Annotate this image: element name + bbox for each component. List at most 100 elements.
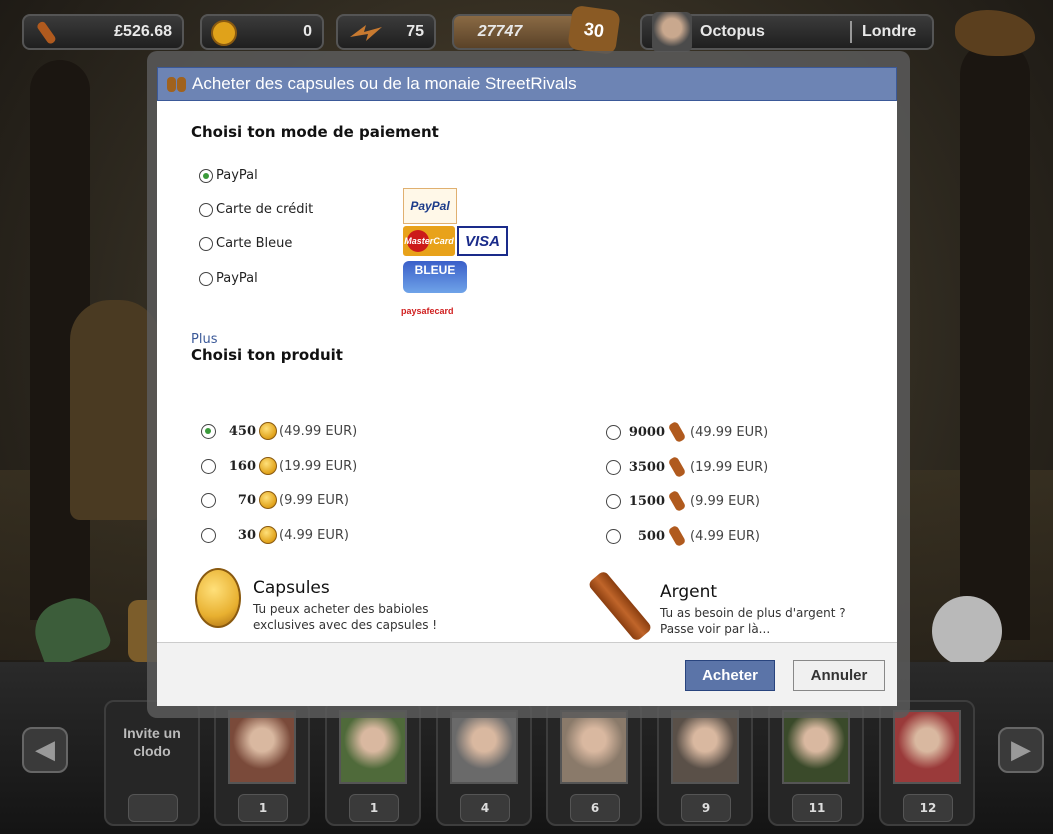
xp-stat: 27747 [452,14,578,50]
friend-level: 1 [349,794,399,822]
capsules-stat: 0 [200,14,324,50]
product-price: (19.99 EUR) [279,458,358,474]
dialog-footer: Acheter Annuler [157,642,897,706]
player-avatar [652,12,692,52]
friend-photo [228,710,296,784]
product-amount: 3500 [628,459,665,475]
product-amount: 1500 [628,493,665,509]
invite-friend-slot[interactable]: Invite un clodo [104,700,200,826]
cash-product-option[interactable]: 3500 (19.99 EUR) [606,457,768,477]
radio-button[interactable] [199,168,213,183]
player-city: Londre [862,23,917,40]
background-tree-right [960,40,1030,640]
friend-slot[interactable]: 9 [657,700,753,826]
radio-button[interactable] [201,458,216,474]
friend-level: 6 [570,794,620,822]
scroll-left-button[interactable]: ◀ [22,727,68,773]
energy-value: 75 [406,23,424,40]
binoculars-icon [166,74,188,94]
cash-product-option[interactable]: 500 (4.99 EUR) [606,526,760,546]
capsule-product-option[interactable]: 70 (9.99 EUR) [201,491,349,509]
capsules-value: 0 [303,23,312,40]
product-price: (19.99 EUR) [690,459,769,475]
invite-label-line1: Invite un [123,725,181,741]
cash-large-icon [589,573,649,643]
cash-info-line: Tu as besoin de plus d'argent ? [660,606,846,620]
cash-product-option[interactable]: 1500 (9.99 EUR) [606,491,760,511]
cash-icon [37,21,56,44]
capsules-info-text: Tu peux acheter des babioles exclusives … [253,601,513,633]
invite-label: Invite un clodo [116,724,188,760]
cash-info-title: Argent [660,582,718,602]
product-amount: 70 [237,492,256,508]
invite-label-line2: clodo [133,743,171,759]
level-value: 30 [582,18,606,41]
friend-photo [560,710,628,784]
friend-level: 12 [903,794,953,822]
friend-slot[interactable]: 6 [546,700,642,826]
capsule-product-option[interactable]: 30 (4.99 EUR) [201,526,349,544]
capsule-large-icon [195,568,241,628]
visa-logo-text: VISA [464,232,500,250]
radio-button[interactable] [606,493,621,509]
payment-option-credit-card[interactable]: Carte de crédit [199,202,313,217]
capsule-icon [259,491,277,509]
friend-level: 9 [681,794,731,822]
product-amount: 160 [228,458,256,474]
purchase-dialog: Acheter des capsules ou de la monaie Str… [157,67,897,706]
product-amount: 450 [228,423,256,439]
cash-icon [668,457,688,477]
rat-icon [932,596,1002,666]
cash-info-line: Passe voir par là... [660,622,771,636]
product-price: (49.99 EUR) [279,423,358,439]
friend-level [128,794,178,822]
friend-slot[interactable]: 12 [879,700,975,826]
scroll-right-button[interactable]: ▶ [998,727,1044,773]
capsule-icon [259,526,277,544]
capsule-product-option[interactable]: 450 (49.99 EUR) [201,422,357,440]
radio-button[interactable] [199,236,213,251]
lightning-icon [350,25,382,41]
product-amount: 30 [237,527,256,543]
friend-slot[interactable]: 11 [768,700,864,826]
friend-photo [782,710,850,784]
player-info[interactable]: Octopus Londre [640,12,934,52]
money-stat: £526.68 [22,14,184,50]
product-price: (4.99 EUR) [279,527,349,543]
radio-button[interactable] [199,271,213,286]
radio-button[interactable] [201,527,216,543]
payment-option-paypal[interactable]: PayPal [199,168,258,183]
arrow-left-icon: ◀ [35,735,55,765]
friend-photo [671,710,739,784]
capsule-icon [259,422,277,440]
payment-option-carte-bleue[interactable]: Carte Bleue [199,236,292,251]
radio-button[interactable] [606,459,621,475]
paysafecard-logo: paysafecard [401,306,454,316]
carte-bleue-logo-text: BLEUE [414,263,456,277]
radio-button[interactable] [199,202,213,217]
product-amount: 9000 [628,424,665,440]
payment-option-label: PayPal [216,168,258,183]
friend-photo [450,710,518,784]
mastercard-logo-text: MasterCard [404,236,454,246]
player-name: Octopus [700,23,765,40]
capsule-product-option[interactable]: 160 (19.99 EUR) [201,457,357,475]
friend-slot[interactable]: 1 [325,700,421,826]
radio-button[interactable] [606,424,621,440]
radio-button[interactable] [606,528,621,544]
friend-slot[interactable]: 1 [214,700,310,826]
energy-stat: 75 [336,14,436,50]
friend-photo [893,710,961,784]
radio-button[interactable] [201,492,216,508]
world-map-icon[interactable] [955,10,1035,56]
friend-level: 11 [792,794,842,822]
visa-logo: VISA [457,226,508,256]
dialog-body: Choisi ton mode de paiement PayPal Carte… [157,101,897,650]
friend-slot[interactable]: 4 [436,700,532,826]
payment-option-paysafecard[interactable]: PayPal [199,271,258,286]
cash-product-option[interactable]: 9000 (49.99 EUR) [606,422,768,442]
cancel-button[interactable]: Annuler [793,660,885,691]
buy-button[interactable]: Acheter [685,660,775,691]
more-payment-options-link[interactable]: Plus [191,332,217,347]
radio-button[interactable] [201,423,216,439]
